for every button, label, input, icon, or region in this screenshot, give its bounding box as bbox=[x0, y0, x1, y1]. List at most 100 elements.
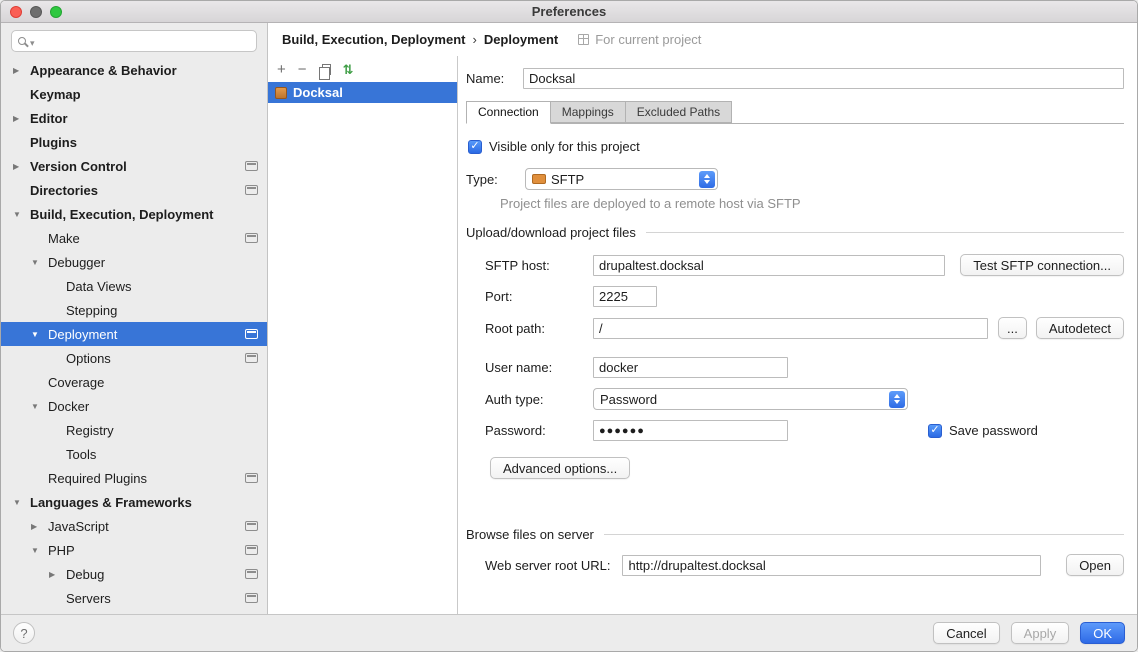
auth-type-select-value: Password bbox=[600, 392, 884, 407]
sidebar-item-appearance-behavior[interactable]: ▶Appearance & Behavior bbox=[1, 58, 267, 82]
name-row: Name: bbox=[466, 68, 1124, 89]
user-name-input[interactable] bbox=[593, 357, 788, 378]
chevron-down-icon[interactable]: ▼ bbox=[31, 258, 48, 267]
sidebar-item-data-views[interactable]: Data Views bbox=[1, 274, 267, 298]
web-root-input[interactable] bbox=[622, 555, 1041, 576]
breadcrumb: Build, Execution, Deployment › Deploymen… bbox=[268, 23, 1137, 56]
sidebar-item-label: JavaScript bbox=[48, 519, 109, 534]
copy-icon[interactable] bbox=[322, 64, 331, 75]
main-area: ▶Appearance & BehaviorKeymap▶EditorPlugi… bbox=[1, 23, 1137, 614]
chevron-right-icon[interactable]: ▶ bbox=[13, 162, 30, 171]
settings-sidebar: ▶Appearance & BehaviorKeymap▶EditorPlugi… bbox=[1, 23, 268, 614]
server-list-item-docksal[interactable]: Docksal bbox=[268, 82, 457, 103]
name-input[interactable] bbox=[523, 68, 1124, 89]
project-level-icon bbox=[245, 545, 258, 555]
auth-type-select[interactable]: Password bbox=[593, 388, 908, 410]
sidebar-item-languages-frameworks[interactable]: ▼Languages & Frameworks bbox=[1, 490, 267, 514]
sidebar-item-docker[interactable]: ▼Docker bbox=[1, 394, 267, 418]
sidebar-item-coverage[interactable]: Coverage bbox=[1, 370, 267, 394]
save-password-label: Save password bbox=[949, 423, 1038, 438]
sidebar-item-required-plugins[interactable]: Required Plugins bbox=[1, 466, 267, 490]
sidebar-item-stepping[interactable]: Stepping bbox=[1, 298, 267, 322]
cancel-button[interactable]: Cancel bbox=[933, 622, 999, 644]
zoom-button[interactable] bbox=[50, 6, 62, 18]
sidebar-item-version-control[interactable]: ▶Version Control bbox=[1, 154, 267, 178]
port-label: Port: bbox=[485, 289, 593, 304]
advanced-options-button[interactable]: Advanced options... bbox=[490, 457, 630, 479]
sidebar-item-label: Registry bbox=[66, 423, 114, 438]
sftp-host-label: SFTP host: bbox=[485, 258, 593, 273]
sidebar-item-tools[interactable]: Tools bbox=[1, 442, 267, 466]
sidebar-item-javascript[interactable]: ▶JavaScript bbox=[1, 514, 267, 538]
minimize-button[interactable] bbox=[30, 6, 42, 18]
breadcrumb-item-deployment[interactable]: Deployment bbox=[484, 32, 558, 47]
chevron-right-icon[interactable]: ▶ bbox=[13, 114, 30, 123]
import-export-icon[interactable] bbox=[343, 62, 354, 77]
sidebar-item-directories[interactable]: Directories bbox=[1, 178, 267, 202]
sidebar-item-editor[interactable]: ▶Editor bbox=[1, 106, 267, 130]
servers-toolbar bbox=[268, 56, 457, 82]
test-sftp-connection-button[interactable]: Test SFTP connection... bbox=[960, 254, 1124, 276]
sftp-host-input[interactable] bbox=[593, 255, 945, 276]
help-button[interactable] bbox=[13, 622, 35, 644]
visible-only-checkbox[interactable] bbox=[468, 140, 482, 154]
port-input[interactable] bbox=[593, 286, 657, 307]
chevron-down-icon[interactable]: ▼ bbox=[31, 330, 48, 339]
autodetect-button[interactable]: Autodetect bbox=[1036, 317, 1124, 339]
section-divider bbox=[604, 534, 1124, 535]
window-controls bbox=[10, 6, 62, 18]
search-input[interactable] bbox=[39, 34, 250, 49]
section-divider bbox=[646, 232, 1124, 233]
root-path-input[interactable] bbox=[593, 318, 988, 339]
sidebar-item-deployment[interactable]: ▼Deployment bbox=[1, 322, 267, 346]
type-select[interactable]: SFTP bbox=[525, 168, 718, 190]
sidebar-item-keymap[interactable]: Keymap bbox=[1, 82, 267, 106]
sidebar-item-options[interactable]: Options bbox=[1, 346, 267, 370]
chevron-right-icon[interactable]: ▶ bbox=[13, 66, 30, 75]
breadcrumb-item-build-execution-deployment[interactable]: Build, Execution, Deployment bbox=[282, 32, 465, 47]
project-level-icon bbox=[245, 593, 258, 603]
sidebar-item-label: Make bbox=[48, 231, 80, 246]
port-row: Port: bbox=[466, 286, 1124, 307]
scope-label: For current project bbox=[595, 32, 701, 47]
apply-button[interactable]: Apply bbox=[1011, 622, 1070, 644]
chevron-right-icon[interactable]: ▶ bbox=[31, 522, 48, 531]
sidebar-item-label: Debugger bbox=[48, 255, 105, 270]
open-button[interactable]: Open bbox=[1066, 554, 1124, 576]
tab-mappings[interactable]: Mappings bbox=[551, 101, 626, 123]
add-icon[interactable] bbox=[277, 62, 286, 77]
sidebar-item-php[interactable]: ▼PHP bbox=[1, 538, 267, 562]
password-label: Password: bbox=[485, 423, 593, 438]
save-password-checkbox[interactable] bbox=[928, 424, 942, 438]
dropdown-stepper-icon bbox=[889, 391, 905, 408]
sidebar-item-servers[interactable]: Servers bbox=[1, 586, 267, 610]
project-level-icon bbox=[245, 569, 258, 579]
remove-icon[interactable] bbox=[298, 62, 307, 77]
sidebar-item-debug[interactable]: ▶Debug bbox=[1, 562, 267, 586]
browse-root-path-button[interactable]: ... bbox=[998, 317, 1027, 339]
sidebar-item-make[interactable]: Make bbox=[1, 226, 267, 250]
tab-excluded-paths[interactable]: Excluded Paths bbox=[626, 101, 732, 123]
password-input[interactable] bbox=[593, 420, 788, 441]
chevron-down-icon[interactable]: ▼ bbox=[13, 210, 30, 219]
type-label: Type: bbox=[466, 172, 525, 187]
ok-button[interactable]: OK bbox=[1080, 622, 1125, 644]
sidebar-item-registry[interactable]: Registry bbox=[1, 418, 267, 442]
search-settings-box[interactable] bbox=[11, 30, 257, 52]
project-level-icon bbox=[245, 353, 258, 363]
sidebar-item-plugins[interactable]: Plugins bbox=[1, 130, 267, 154]
chevron-down-icon[interactable]: ▼ bbox=[13, 498, 30, 507]
sidebar-item-label: Editor bbox=[30, 111, 68, 126]
breadcrumb-separator: › bbox=[472, 32, 476, 47]
chevron-right-icon[interactable]: ▶ bbox=[49, 570, 66, 579]
sidebar-item-debugger[interactable]: ▼Debugger bbox=[1, 250, 267, 274]
close-button[interactable] bbox=[10, 6, 22, 18]
sidebar-item-label: PHP bbox=[48, 543, 75, 558]
auth-type-row: Auth type: Password bbox=[466, 388, 1124, 410]
chevron-down-icon[interactable]: ▼ bbox=[31, 546, 48, 555]
user-name-row: User name: bbox=[466, 357, 1124, 378]
chevron-down-icon[interactable]: ▼ bbox=[31, 402, 48, 411]
sidebar-item-build-execution-deployment[interactable]: ▼Build, Execution, Deployment bbox=[1, 202, 267, 226]
tab-connection[interactable]: Connection bbox=[466, 101, 551, 124]
search-history-chevron-icon[interactable] bbox=[30, 34, 35, 49]
